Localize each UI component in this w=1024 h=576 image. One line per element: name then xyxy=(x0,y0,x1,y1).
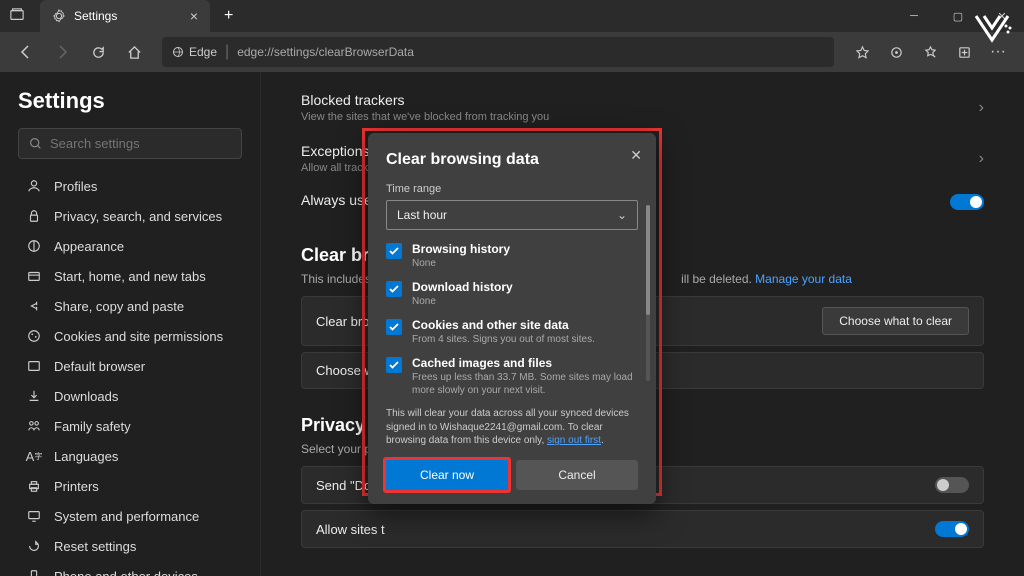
always-toggle[interactable] xyxy=(950,194,984,210)
profile-icon xyxy=(26,178,42,194)
address-bar[interactable]: Edge | edge://settings/clearBrowserData xyxy=(162,37,834,67)
search-settings[interactable] xyxy=(18,128,242,159)
dnt-toggle[interactable] xyxy=(935,477,969,493)
sidebar-item-downloads[interactable]: Downloads xyxy=(18,381,242,411)
dialog-title: Clear browsing data xyxy=(386,151,638,169)
close-dialog-button[interactable]: ✕ xyxy=(630,147,642,164)
minimize-button[interactable]: ─ xyxy=(892,0,936,32)
sidebar-item-start[interactable]: Start, home, and new tabs xyxy=(18,261,242,291)
search-input[interactable] xyxy=(50,136,231,151)
sidebar-item-printers[interactable]: Printers xyxy=(18,471,242,501)
tab-title: Settings xyxy=(74,9,182,23)
tab-overview-icon[interactable] xyxy=(10,8,24,27)
allow-sites-toggle[interactable] xyxy=(935,521,969,537)
title-bar: Settings × + ─ ▢ ✕ xyxy=(0,0,1024,32)
chevron-right-icon: › xyxy=(979,99,984,117)
gear-icon xyxy=(52,9,66,23)
dialog-scrollbar[interactable] xyxy=(646,205,650,381)
share-icon xyxy=(26,298,42,314)
toolbar: Edge | edge://settings/clearBrowserData … xyxy=(0,32,1024,72)
tab-icon xyxy=(26,268,42,284)
browser-icon xyxy=(26,358,42,374)
extension-icon[interactable] xyxy=(880,36,912,68)
cookie-icon xyxy=(26,328,42,344)
chevron-down-icon: ⌄ xyxy=(617,208,627,222)
watermark-icon xyxy=(970,6,1014,55)
sign-out-link[interactable]: sign out first xyxy=(547,435,601,446)
protocol-badge: Edge xyxy=(172,45,217,59)
choose-clear-button[interactable]: Choose what to clear xyxy=(822,307,969,335)
browser-tab[interactable]: Settings × xyxy=(40,0,210,32)
sidebar-item-privacy[interactable]: Privacy, search, and services xyxy=(18,201,242,231)
settings-title: Settings xyxy=(18,88,242,114)
blocked-trackers-row[interactable]: Blocked trackers View the sites that we'… xyxy=(301,82,984,133)
time-range-label: Time range xyxy=(386,183,638,195)
allow-sites-row: Allow sites t xyxy=(301,510,984,548)
clear-now-button[interactable]: Clear now xyxy=(383,457,511,493)
favorites-icon[interactable] xyxy=(914,36,946,68)
sidebar-item-phone[interactable]: Phone and other devices xyxy=(18,561,242,576)
chevron-right-icon: › xyxy=(979,150,984,168)
sidebar-item-family[interactable]: Family safety xyxy=(18,411,242,441)
family-icon xyxy=(26,418,42,434)
phone-icon xyxy=(26,568,42,576)
download-icon xyxy=(26,388,42,404)
sidebar-item-default[interactable]: Default browser xyxy=(18,351,242,381)
cancel-button[interactable]: Cancel xyxy=(516,460,638,490)
checkbox-icon xyxy=(386,357,402,373)
forward-button[interactable] xyxy=(46,36,78,68)
manage-data-link[interactable]: Manage your data xyxy=(755,272,852,286)
sidebar-item-share[interactable]: Share, copy and paste xyxy=(18,291,242,321)
printer-icon xyxy=(26,478,42,494)
language-icon: A字 xyxy=(26,448,42,464)
url-text: edge://settings/clearBrowserData xyxy=(237,45,414,59)
sidebar-item-reset[interactable]: Reset settings xyxy=(18,531,242,561)
time-range-select[interactable]: Last hour ⌄ xyxy=(386,200,638,230)
lock-icon xyxy=(26,208,42,224)
checkbox-icon xyxy=(386,281,402,297)
cookies-checkbox[interactable]: Cookies and other site dataFrom 4 sites.… xyxy=(386,318,638,346)
appearance-icon xyxy=(26,238,42,254)
sidebar-item-languages[interactable]: A字Languages xyxy=(18,441,242,471)
download-history-checkbox[interactable]: Download historyNone xyxy=(386,280,638,308)
favorite-icon[interactable] xyxy=(846,36,878,68)
cached-checkbox[interactable]: Cached images and filesFrees up less tha… xyxy=(386,356,638,397)
reset-icon xyxy=(26,538,42,554)
refresh-button[interactable] xyxy=(82,36,114,68)
clear-data-dialog: Clear browsing data ✕ Time range Last ho… xyxy=(368,133,656,504)
system-icon xyxy=(26,508,42,524)
search-icon xyxy=(29,137,42,150)
checkbox-icon xyxy=(386,319,402,335)
new-tab-button[interactable]: + xyxy=(218,7,239,25)
sidebar-item-profiles[interactable]: Profiles xyxy=(18,171,242,201)
sidebar-item-cookies[interactable]: Cookies and site permissions xyxy=(18,321,242,351)
home-button[interactable] xyxy=(118,36,150,68)
sidebar-item-appearance[interactable]: Appearance xyxy=(18,231,242,261)
back-button[interactable] xyxy=(10,36,42,68)
close-tab-icon[interactable]: × xyxy=(190,8,198,24)
browsing-history-checkbox[interactable]: Browsing historyNone xyxy=(386,242,638,270)
sidebar-item-system[interactable]: System and performance xyxy=(18,501,242,531)
checkbox-icon xyxy=(386,243,402,259)
settings-sidebar: Settings Profiles Privacy, search, and s… xyxy=(0,72,260,576)
sync-note: This will clear your data across all you… xyxy=(386,407,638,448)
